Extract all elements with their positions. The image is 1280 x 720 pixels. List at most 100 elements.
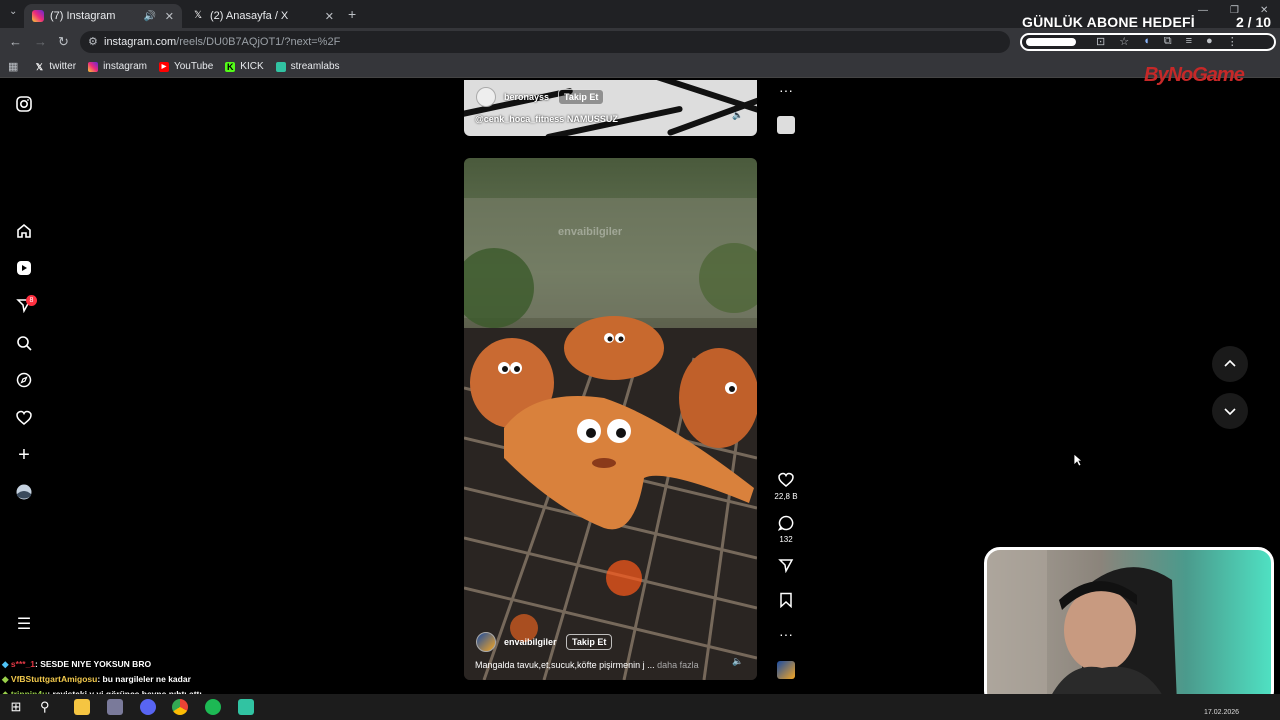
chat-message: ◆ VfBStuttgartAmigosu: bu nargileler ne … (2, 674, 191, 685)
site-info-icon[interactable]: ⚙ (88, 31, 98, 53)
more-options-icon[interactable]: ··· (776, 626, 796, 642)
streamer-silhouette (987, 550, 1177, 704)
reel-username[interactable]: beronayss (504, 92, 549, 102)
current-reel-video[interactable]: envaibilgiler envaibilgiler Takip Et Man… (464, 158, 757, 680)
close-tab-icon[interactable]: ✕ (165, 10, 174, 23)
profile-icon[interactable]: ● (1206, 35, 1213, 48)
home-icon[interactable] (14, 221, 34, 241)
bookmark-youtube[interactable]: ▶ YouTube (158, 61, 214, 72)
reel-caption: @cenk_hoca_fitness NAMUSSUZ (475, 114, 618, 124)
like-heart-icon[interactable] (776, 472, 796, 493)
new-tab-button[interactable]: + (348, 6, 356, 22)
goal-separator: / (1243, 14, 1256, 30)
chat-badge-icon: ◆ (2, 659, 9, 669)
chat-username: VfBStuttgartAmigosu (10, 674, 98, 684)
x-icon: 𝕏 (35, 61, 44, 72)
kick-icon: K (225, 61, 236, 72)
follow-button[interactable]: Takip Et (558, 89, 605, 105)
more-options-icon[interactable]: ··· (776, 82, 796, 98)
more-menu-icon[interactable]: ☰ (14, 614, 34, 634)
streamlabs-icon (275, 61, 286, 72)
bookmark-label: YouTube (173, 61, 214, 72)
streamlabs-icon[interactable] (238, 699, 254, 715)
previous-reel[interactable]: beronayss Takip Et @cenk_hoca_fitness NA… (464, 80, 757, 136)
caption-more-link[interactable]: daha fazla (657, 660, 699, 670)
bookmark-streamlabs[interactable]: streamlabs (275, 61, 340, 72)
url-path: /reels/DU0B7AQjOT1/?next=%2F (176, 36, 341, 48)
windows-start-icon[interactable]: ⊞ (8, 699, 24, 715)
instagram-logo-icon[interactable] (14, 94, 34, 114)
notifications-heart-icon[interactable] (14, 408, 34, 428)
minimize-icon[interactable]: — (1198, 5, 1208, 16)
bookmarks-bar: ▦ 𝕏twitter instagram ▶ YouTube K KICK stre… (0, 56, 1280, 78)
bookmark-star-icon[interactable]: ☆ (1119, 35, 1129, 48)
instagram-sidebar: + ☰ (0, 80, 50, 692)
webcam-overlay (984, 547, 1274, 707)
tab-x[interactable]: 𝕏 (2) Anasayfa / X ✕ (184, 4, 342, 28)
url-host: instagram.com (104, 36, 177, 48)
goal-title: GÜNLÜK ABONE HEDEFİ (1022, 14, 1195, 30)
chrome-icon[interactable] (172, 699, 188, 715)
chat-message: ◆ s***_1: SESDE NIYE YOKSUN BRO (2, 659, 151, 670)
taskbar-search-icon[interactable]: ⚲ (40, 699, 56, 715)
save-bookmark-icon[interactable] (776, 592, 796, 613)
audio-thumbnail-icon[interactable] (777, 116, 795, 134)
share-icon[interactable] (776, 557, 796, 578)
extensions-icon[interactable]: ⧉ (1164, 35, 1172, 48)
bynogame-logo: ByNoGame (1144, 64, 1245, 86)
search-icon[interactable] (14, 333, 34, 353)
address-bar[interactable]: ⚙ instagram.com/reels/DU0B7AQjOT1/?next=… (80, 31, 1010, 53)
x-favicon-icon: 𝕏 (193, 10, 203, 21)
comment-count: 132 (779, 535, 793, 544)
close-tab-icon[interactable]: ✕ (325, 10, 334, 23)
discord-icon[interactable] (140, 699, 156, 715)
user-avatar[interactable] (476, 87, 496, 107)
audio-icon[interactable]: 🔈 (732, 656, 743, 667)
goal-counter: 2 / 10 (1236, 14, 1271, 30)
read-aloud-icon[interactable]: ◖ (1143, 35, 1150, 48)
forward-button[interactable]: → (34, 34, 47, 49)
spotify-icon[interactable] (205, 699, 221, 715)
windows-taskbar: ⊞ ⚲ (0, 694, 1280, 720)
bookmark-label: twitter (49, 61, 77, 72)
file-explorer-icon[interactable] (74, 699, 90, 715)
media-control-icon[interactable]: ≡ (1186, 35, 1192, 48)
bookmark-label: instagram (103, 61, 147, 72)
tab-search-icon[interactable]: ⌄ (9, 6, 17, 17)
install-app-icon[interactable]: ⊡ (1096, 35, 1105, 48)
goal-progress-fill (1026, 38, 1076, 46)
instagram-favicon-icon (32, 10, 44, 22)
app-icon[interactable] (107, 699, 123, 715)
menu-icon[interactable]: ⋮ (1227, 35, 1238, 48)
audio-icon[interactable]: 🔊 (144, 11, 156, 22)
back-button[interactable]: ← (9, 34, 22, 49)
bookmark-kick[interactable]: K KICK (225, 61, 264, 72)
like-count: 22,8 B (774, 492, 798, 501)
video-watermark: envaibilgiler (558, 226, 623, 238)
profile-avatar[interactable] (14, 482, 34, 502)
apps-grid-icon[interactable]: ▦ (8, 60, 18, 73)
follow-button[interactable]: Takip Et (566, 634, 613, 650)
reel-username[interactable]: envaibilgiler (504, 637, 557, 647)
caption-text: Mangalda tavuk,et,sucuk,köfte pişirmenin… (475, 660, 655, 670)
extension-icons: ⊡ ☆ ◖ ⧉ ≡ ● ⋮ (1096, 35, 1238, 48)
instagram-icon (88, 61, 99, 72)
chat-badge-icon: ◆ (2, 674, 9, 684)
bookmark-twitter[interactable]: 𝕏twitter (34, 61, 76, 72)
mouse-cursor-icon (1073, 453, 1083, 467)
audio-thumbnail-icon[interactable] (777, 661, 795, 679)
goal-current: 2 (1236, 14, 1244, 30)
audio-icon[interactable]: 🔈 (732, 110, 743, 121)
previous-reel-button[interactable] (1212, 346, 1248, 382)
youtube-icon: ▶ (158, 61, 169, 72)
bookmark-instagram[interactable]: instagram (88, 61, 147, 72)
next-reel-button[interactable] (1212, 393, 1248, 429)
create-plus-icon[interactable]: + (14, 444, 34, 466)
reels-icon[interactable] (14, 258, 34, 278)
comment-icon[interactable] (776, 515, 796, 536)
user-avatar[interactable] (476, 632, 496, 652)
chat-text: : SESDE NIYE YOKSUN BRO (35, 659, 152, 669)
explore-icon[interactable] (14, 370, 34, 390)
reload-button[interactable]: ↻ (58, 34, 69, 50)
tab-instagram[interactable]: (7) Instagram 🔊 ✕ (24, 4, 182, 28)
